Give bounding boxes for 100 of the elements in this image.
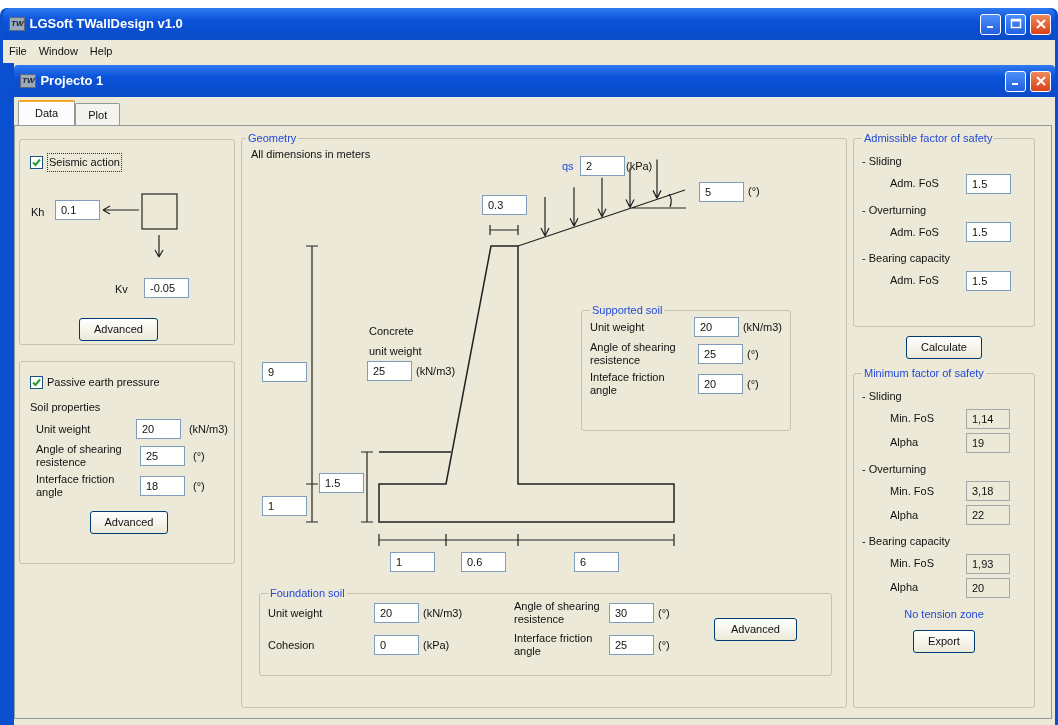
field-label: Cohesion: [268, 638, 316, 652]
unit-label: (°): [658, 637, 671, 653]
group-title: Minimum factor of safety: [863, 366, 985, 380]
advanced-button[interactable]: Advanced: [714, 617, 797, 641]
field-label: Kh: [31, 205, 45, 220]
field-label: Angle of shearing resistence: [514, 600, 601, 626]
field-label: Alpha: [890, 435, 920, 451]
field-label: Min. FoS: [890, 483, 935, 499]
field-label: Adm. FoS: [890, 176, 940, 192]
field-label: Interface friction angle: [36, 473, 116, 499]
value-field[interactable]: 20: [135, 419, 181, 439]
value-field[interactable]: 1.5: [966, 222, 1011, 242]
dimension-line: [489, 224, 519, 236]
result-field[interactable]: 20: [966, 577, 1010, 598]
value-field[interactable]: 1.5: [966, 173, 1011, 194]
value-field[interactable]: 20: [693, 317, 739, 337]
field-label: Kv: [115, 282, 128, 297]
kv-field[interactable]: -0.05: [144, 278, 189, 298]
minimize-icon[interactable]: [1005, 70, 1026, 92]
unit-label: (kPa): [626, 159, 653, 174]
wall-height-field[interactable]: 9: [262, 362, 307, 382]
menu-item[interactable]: Help: [89, 43, 113, 60]
surcharge-field[interactable]: 2: [580, 156, 625, 176]
result-field[interactable]: 22: [966, 505, 1010, 525]
app-logo-icon: TW: [9, 17, 26, 31]
field-label: Unit weight: [268, 606, 324, 620]
group-label: - Bearing capacity: [862, 251, 952, 266]
group-label: - Sliding: [862, 389, 903, 404]
slope-angle-field[interactable]: 5: [699, 182, 744, 202]
field-label: Adm. FoS: [890, 273, 940, 289]
unit-label: (°): [748, 184, 760, 199]
note-text: All dimensions in meters: [251, 147, 371, 162]
field-label: Unit weight: [590, 320, 646, 334]
calculate-button[interactable]: Calculate: [906, 336, 982, 359]
field-label: Unit weight: [36, 422, 92, 436]
advanced-button[interactable]: Advanced: [79, 318, 158, 341]
footing-thickness-field[interactable]: 1: [262, 496, 307, 516]
field-label: Angle of shearing resistence: [36, 443, 123, 469]
kh-field[interactable]: 0.1: [55, 200, 100, 220]
field-label: Interface friction angle: [514, 632, 594, 658]
value-field[interactable]: 25: [698, 344, 743, 364]
unit-label: (°): [658, 605, 671, 621]
field-label: Concrete unit weight: [369, 324, 423, 359]
field-label: Inteface friction angle: [590, 371, 666, 397]
close-icon[interactable]: [1030, 13, 1051, 35]
dimension-line: [360, 451, 374, 523]
unit-label: (kPa): [423, 637, 451, 653]
close-icon[interactable]: [1030, 70, 1051, 92]
group-label: - Sliding: [862, 154, 903, 169]
field-label: Adm. FoS: [890, 224, 940, 240]
unit-label: (°): [193, 478, 205, 494]
result-field[interactable]: 19: [966, 432, 1010, 453]
result-field[interactable]: 1,14: [966, 408, 1010, 429]
group-title: Geometry: [247, 131, 298, 145]
value-field[interactable]: 25: [140, 446, 185, 466]
status-text: No tension zone: [904, 607, 984, 620]
value-field[interactable]: 25: [609, 635, 654, 655]
menu-item[interactable]: File: [9, 43, 27, 60]
value-field[interactable]: 20: [698, 374, 743, 394]
field-label: Angle of shearing resistence: [590, 341, 677, 367]
field-label: Min. FoS: [890, 556, 935, 572]
value-field[interactable]: 20: [374, 603, 419, 623]
value-field[interactable]: 18: [140, 476, 185, 496]
result-field[interactable]: 1,93: [966, 553, 1010, 574]
group-title: Foundation soil: [269, 586, 346, 600]
crest-width-field[interactable]: 0.3: [482, 195, 527, 215]
checkbox-label[interactable]: Passive earth pressure: [47, 374, 160, 391]
maximize-icon[interactable]: [1005, 13, 1026, 35]
unit-label: (°): [193, 448, 205, 464]
stem-base-field[interactable]: 0.6: [461, 552, 506, 572]
advanced-button[interactable]: Advanced: [89, 511, 169, 534]
export-button[interactable]: Export: [913, 630, 975, 653]
group-label: - Overturning: [862, 202, 928, 218]
menu-item[interactable]: Window: [38, 43, 78, 60]
unit-label: (kN/m3): [188, 421, 228, 437]
checkbox-label[interactable]: Seismic action: [47, 153, 122, 172]
unit-label: (kN/m3): [742, 319, 782, 335]
field-label: Min. FoS: [890, 411, 935, 427]
value-field[interactable]: 0: [374, 635, 419, 655]
unit-label: (kN/m3): [423, 605, 464, 621]
group-title: Supported soil: [591, 303, 664, 317]
group-title: Admissible factor of safety: [863, 131, 994, 145]
tab[interactable]: Plot: [75, 103, 121, 125]
window-title: Projecto 1: [40, 72, 104, 91]
value-field[interactable]: 1.5: [966, 270, 1011, 291]
section-label: Soil properties: [30, 399, 102, 415]
concrete-weight-field[interactable]: 25: [367, 361, 412, 381]
tab[interactable]: Data: [18, 100, 76, 125]
field-label: Alpha: [890, 507, 920, 523]
value-field[interactable]: 30: [609, 603, 654, 623]
heel-width-field[interactable]: 6: [574, 552, 619, 572]
minimize-icon[interactable]: [980, 13, 1001, 35]
field-label: qs: [562, 159, 574, 174]
toe-width-field[interactable]: 1: [390, 552, 435, 572]
window-title: LGSoft TWallDesign v1.0: [29, 15, 183, 34]
front-soil-height-field[interactable]: 1.5: [319, 473, 364, 493]
checkbox[interactable]: [30, 375, 43, 389]
group-label: - Overturning: [862, 461, 928, 477]
result-field[interactable]: 3,18: [966, 481, 1010, 501]
checkbox[interactable]: [30, 155, 43, 169]
